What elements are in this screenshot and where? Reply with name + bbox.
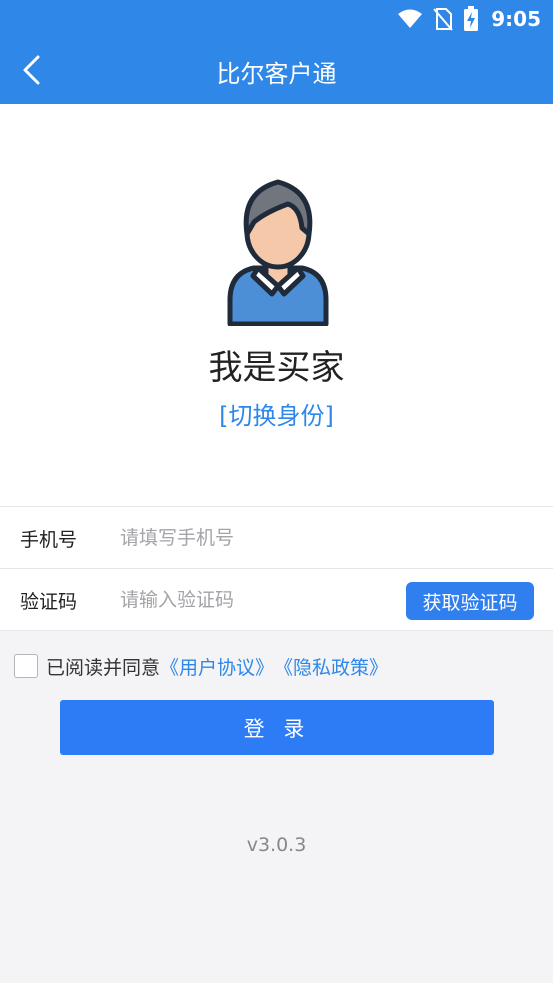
identity-panel: 我是买家 [切换身份] (0, 104, 553, 506)
privacy-policy-link[interactable]: 《隐私政策》 (274, 653, 388, 680)
status-bar: 9:05 (397, 6, 541, 32)
user-agreement-link[interactable]: 《用户协议》 (160, 653, 274, 680)
phone-input[interactable] (120, 521, 390, 555)
agreement-checkbox[interactable] (14, 654, 38, 678)
code-input[interactable] (120, 583, 390, 617)
status-time: 9:05 (491, 7, 541, 31)
page-title: 比尔客户通 (216, 60, 337, 88)
code-label: 验证码 (20, 591, 78, 613)
get-code-button[interactable]: 获取验证码 (406, 582, 534, 620)
switch-identity-link[interactable]: [切换身份] (0, 396, 553, 431)
navigation-bar: 比尔客户通 (0, 40, 553, 100)
role-title: 我是买家 (208, 348, 345, 388)
agreement-row: 已阅读并同意 《用户协议》 《隐私政策》 (14, 652, 388, 680)
user-avatar-icon (227, 179, 329, 326)
login-button[interactable]: 登 录 (60, 700, 494, 755)
app-header: 9:05 比尔客户通 (0, 0, 553, 104)
version-label: v3.0.3 (246, 834, 307, 856)
agreement-text: 已阅读并同意 (46, 656, 161, 679)
phone-row: 手机号 (0, 506, 553, 568)
code-row: 验证码 获取验证码 (0, 568, 553, 631)
wifi-icon (398, 9, 423, 28)
phone-label: 手机号 (20, 529, 78, 551)
no-sim-icon (433, 8, 454, 31)
battery-charging-icon (464, 6, 479, 31)
